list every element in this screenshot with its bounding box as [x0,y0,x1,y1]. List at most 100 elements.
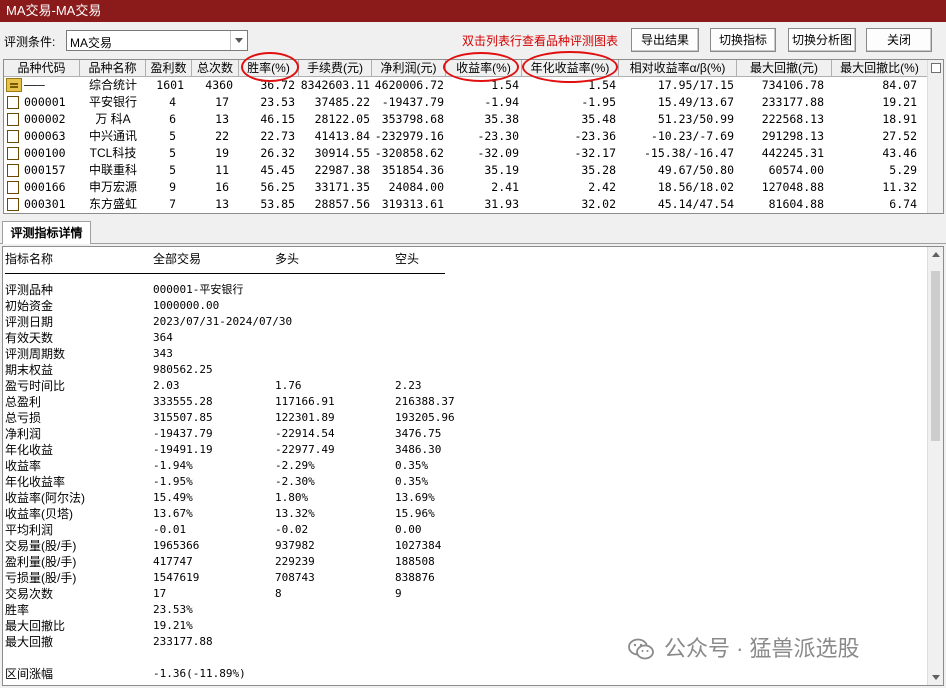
detail-header-long: 多头 [275,252,300,266]
detail-cell-long: 937982 [275,539,315,552]
cell-max-drawdown-ratio: 19.21 [882,95,917,109]
col-header-annual-return[interactable]: 年化收益率(%) [522,60,619,77]
document-icon [7,181,19,194]
detail-cell-all: 315507.85 [153,411,213,424]
detail-cell-short: 216388.37 [395,395,455,408]
cell-wins: 5 [169,129,176,143]
export-button[interactable]: 导出结果 [631,28,699,52]
detail-cell-all: -19491.19 [153,443,213,456]
detail-header-short: 空头 [395,252,420,266]
table-row-summary[interactable]: ——— 综合统计 1601 4360 36.72 8342603.11 4620… [4,77,928,94]
cell-name: 万 科A [95,112,131,126]
grid-scrollbar[interactable] [927,60,943,213]
cell-wins: 5 [169,163,176,177]
col-header-max-drawdown[interactable]: 最大回撤(元) [737,60,832,77]
detail-cell-long: 708743 [275,571,315,584]
table-row[interactable]: 000002 万 科A 6 13 46.15 28122.05 353798.6… [4,111,928,128]
detail-cell-long: -22977.49 [275,443,335,456]
cell-winrate: 46.15 [260,112,295,126]
cell-fee: 33171.35 [314,180,370,194]
cell-winrate: 22.73 [260,129,295,143]
cell-netprofit: -232979.16 [374,129,444,143]
switch-indicator-button[interactable]: 切换指标 [710,28,776,52]
results-grid[interactable]: 品种代码 品种名称 盈利数 总次数 胜率(%) 手续费(元) 净利润(元) 收益… [3,59,944,214]
col-header-return[interactable]: 收益率(%) [446,60,522,77]
cell-relative-return: -15.38/-16.47 [643,146,734,160]
cell-annual-return: -32.17 [574,146,616,160]
cell-max-drawdown: 81604.88 [768,197,824,211]
tab-indicator-details[interactable]: 评测指标详情 [2,221,91,244]
detail-cell-name: 净利润 [5,427,42,441]
detail-cell-name: 盈利量(股/手) [5,555,77,569]
scroll-down-icon[interactable] [932,675,940,680]
switch-chart-button[interactable]: 切换分析图 [788,28,856,52]
table-row[interactable]: 000001 平安银行 4 17 23.53 37485.22 -19437.7… [4,94,928,111]
cell-total: 22 [215,129,229,143]
col-header-name[interactable]: 品种名称 [80,60,146,77]
cell-total: 17 [215,95,229,109]
table-row[interactable]: 000166 申万宏源 9 16 56.25 33171.35 24084.00… [4,179,928,196]
detail-cell-short: 9 [395,587,402,600]
detail-cell-name: 最大回撤 [5,635,54,649]
cell-return: -32.09 [477,146,519,160]
detail-cell-long: -0.02 [275,523,309,536]
detail-row: 交易量(股/手) 1965366 937982 1027384 [3,538,443,554]
detail-cell-short: 13.69% [395,491,435,504]
document-icon [7,164,19,177]
cell-return: 35.19 [484,163,519,177]
select-all-checkbox[interactable] [931,63,941,73]
scroll-thumb[interactable] [931,271,940,441]
detail-cell-name: 胜率 [5,603,30,617]
cell-code: 000063 [24,129,66,143]
cell-annual-return: -1.95 [581,95,616,109]
cell-return: -1.94 [484,95,519,109]
col-header-max-drawdown-ratio[interactable]: 最大回撤比(%) [832,60,928,77]
detail-cell-name: 初始资金 [5,299,54,313]
detail-cell-name: 收益率 [5,459,42,473]
detail-scrollbar[interactable] [927,247,943,685]
detail-cell-all: 19.21% [153,619,193,632]
cell-netprofit: 319313.61 [381,197,444,211]
detail-row: 平均利润 -0.01 -0.02 0.00 [3,522,443,538]
cell-netprofit: -19437.79 [381,95,444,109]
detail-cell-name: 年化收益 [5,443,54,457]
close-button[interactable]: 关闭 [866,28,932,52]
cell-fee: 30914.55 [314,146,370,160]
condition-select[interactable]: MA交易 [66,30,248,51]
detail-cell-all: 1965366 [153,539,200,552]
detail-cell-all: 2.03 [153,379,180,392]
cell-max-drawdown-ratio: 6.74 [889,197,917,211]
cell-name: TCL科技 [89,146,137,160]
cell-max-drawdown: 233177.88 [761,95,824,109]
detail-cell-short: 0.00 [395,523,422,536]
detail-cell-long: 122301.89 [275,411,335,424]
cell-max-drawdown-ratio: 84.07 [882,78,917,92]
col-header-total[interactable]: 总次数 [192,60,239,77]
scroll-up-icon[interactable] [932,252,940,257]
table-row[interactable]: 000157 中联重科 5 11 45.45 22987.38 351854.3… [4,162,928,179]
detail-cell-all: 2023/07/31-2024/07/30 [153,315,293,328]
col-header-netprofit[interactable]: 净利润(元) [372,60,446,77]
chevron-down-icon[interactable] [230,31,247,50]
detail-cell-short: 0.35% [395,475,429,488]
col-header-fee[interactable]: 手续费(元) [299,60,372,77]
detail-cell-name: 评测品种 [5,283,54,297]
detail-row: 盈亏时间比 2.03 1.76 2.23 [3,378,443,394]
cell-max-drawdown-ratio: 11.32 [882,180,917,194]
cell-netprofit: -320858.62 [374,146,444,160]
detail-cell-short: 838876 [395,571,435,584]
detail-header-row: 指标名称 全部交易 多头 空头 [3,251,443,267]
cell-wins: 1601 [156,78,184,92]
grid-header: 品种代码 品种名称 盈利数 总次数 胜率(%) 手续费(元) 净利润(元) 收益… [4,60,928,77]
detail-cell-all: -1.36(-11.89%) [153,667,246,680]
table-row[interactable]: 000100 TCL科技 5 19 26.32 30914.55 -320858… [4,145,928,162]
detail-cell-short: 1027384 [395,539,442,552]
cell-winrate: 36.72 [260,78,295,92]
table-row[interactable]: 000301 东方盛虹 7 13 53.85 28857.56 319313.6… [4,196,928,213]
col-header-relative-return[interactable]: 相对收益率α/β(%) [619,60,737,77]
table-row[interactable]: 000063 中兴通讯 5 22 22.73 41413.84 -232979.… [4,128,928,145]
detail-cell-name: 评测周期数 [5,347,66,361]
col-header-wins[interactable]: 盈利数 [146,60,192,77]
col-header-code[interactable]: 品种代码 [4,60,80,77]
col-header-winrate[interactable]: 胜率(%) [239,60,299,77]
